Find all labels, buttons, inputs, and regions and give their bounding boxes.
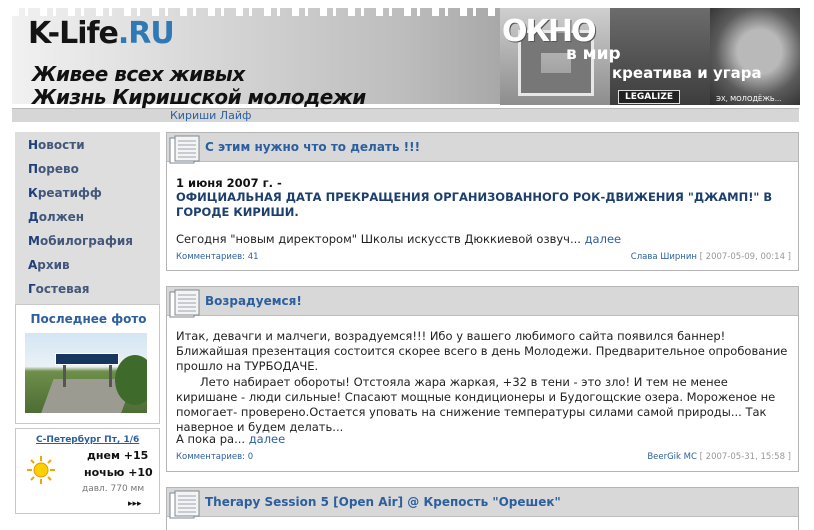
site-logo[interactable]: K-Life.RU	[28, 16, 175, 51]
logo-banner[interactable]: K-Life.RU Живее всех живых Жизнь Киришск…	[12, 8, 500, 108]
weather-city-link[interactable]: С-Петербург Пт, 1/6	[36, 435, 139, 445]
post-title[interactable]: Therapy Session 5 [Open Air] @ Крепость …	[205, 495, 561, 509]
last-photo-title[interactable]: Последнее фото	[16, 312, 161, 326]
promo-banner[interactable]: ОКНО в мир креатива и угара LEGALIZE ЭХ,…	[500, 8, 800, 105]
night-temperature: ночью +10	[84, 466, 153, 479]
breadcrumb[interactable]: Кириши Лайф	[170, 109, 251, 122]
last-photo-box: Последнее фото	[15, 304, 160, 424]
post-title[interactable]: Возрадуемся!	[205, 294, 302, 308]
post-paragraph: Лето набирает обороты! Отстояла жара жар…	[176, 375, 776, 434]
post-author: Слава Ширнин [ 2007-05-09, 00:14 ]	[631, 252, 791, 262]
read-more-link[interactable]: далее	[585, 232, 622, 246]
comments-link[interactable]: Комментариев: 41	[176, 252, 259, 262]
news-post: Возрадуемся! Итак, девачги и малчеги, во…	[166, 286, 799, 472]
read-more-link[interactable]: далее	[249, 432, 286, 446]
site-name-main: K-Life	[28, 16, 119, 51]
road-sign	[55, 353, 119, 365]
post-title[interactable]: С этим нужно что то делать !!!	[205, 140, 420, 154]
post-header: Возрадуемся!	[167, 287, 798, 318]
promo-word-world: в мир	[566, 44, 621, 64]
author-name[interactable]: BeerGik MC	[647, 452, 697, 462]
comments-link[interactable]: Комментариев: 0	[176, 452, 253, 462]
legalize-badge: LEGALIZE	[618, 90, 680, 104]
nav-item-porevo[interactable]: Порево	[28, 162, 79, 176]
nav-item-creative[interactable]: Креатифф	[28, 186, 102, 200]
post-headline: ОФИЦИАЛЬНАЯ ДАТА ПРЕКРАЩЕНИЯ ОРГАНИЗОВАН…	[176, 190, 773, 219]
site-header: K-Life.RU Живее всех живых Жизнь Киришск…	[0, 0, 814, 108]
header-strip	[12, 108, 799, 122]
promo-word-creative: креатива и угара	[612, 64, 762, 82]
news-post: Therapy Session 5 [Open Air] @ Крепость …	[166, 487, 799, 530]
main-nav: Новости Порево Креатифф Должен Мобилогра…	[15, 132, 160, 304]
nav-item-dolzhen[interactable]: Должен	[28, 210, 84, 224]
nav-item-guestbook[interactable]: Гостевая	[28, 282, 90, 296]
nav-item-archive[interactable]: Архив	[28, 258, 70, 272]
nav-item-mobile-photo[interactable]: Мобилография	[28, 234, 133, 248]
last-photo-image[interactable]	[25, 333, 147, 413]
post-header: С этим нужно что то делать !!!	[167, 133, 798, 164]
newspaper-icon	[169, 490, 200, 519]
post-date: [ 2007-05-09, 00:14 ]	[699, 252, 791, 262]
pressure-value: давл. 770 мм	[82, 484, 145, 494]
weather-next-arrows[interactable]: ▸▸▸	[128, 499, 142, 509]
promo-caption: ЭХ, МОЛОДЁЖЬ...	[716, 95, 782, 103]
post-date-line: 1 июня 2007 г. -	[176, 176, 282, 190]
nav-item-news[interactable]: Новости	[28, 138, 85, 152]
post-paragraph: А пока ра... далее	[176, 432, 286, 446]
post-date: [ 2007-05-31, 15:58 ]	[699, 452, 791, 462]
newspaper-icon	[169, 135, 200, 164]
slogan-line-1: Живее всех живых	[32, 62, 245, 86]
post-header: Therapy Session 5 [Open Air] @ Крепость …	[167, 488, 798, 519]
weather-widget: С-Петербург Пт, 1/6 днем +15 ночью +10 д…	[15, 428, 160, 514]
post-author: BeerGik MC [ 2007-05-31, 15:58 ]	[647, 452, 791, 462]
old-woman-photo	[710, 8, 800, 105]
newspaper-icon	[169, 289, 200, 318]
author-name[interactable]: Слава Ширнин	[631, 252, 697, 262]
post-paragraph: Итак, девачги и малчеги, возрадуемся!!! …	[176, 329, 788, 373]
post-excerpt: Сегодня "новым директором" Школы искусст…	[176, 232, 622, 246]
news-post: С этим нужно что то делать !!! 1 июня 20…	[166, 132, 799, 271]
site-name-domain: .RU	[117, 16, 175, 51]
sun-icon	[27, 456, 55, 484]
slogan-line-2: Жизнь Киришской молодежи	[32, 85, 366, 108]
day-temperature: днем +15	[87, 449, 149, 462]
